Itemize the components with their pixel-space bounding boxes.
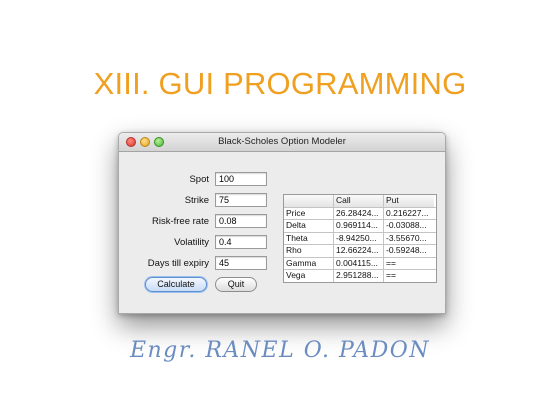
table-header-row: Call Put bbox=[284, 195, 436, 207]
spot-input[interactable] bbox=[215, 172, 267, 186]
strike-input[interactable] bbox=[215, 193, 267, 207]
spot-label: Spot bbox=[189, 174, 209, 185]
header-cell-call[interactable]: Call bbox=[334, 195, 384, 207]
call-cell: 0.004115... bbox=[334, 257, 384, 269]
volatility-input[interactable] bbox=[215, 235, 267, 249]
calculate-button[interactable]: Calculate bbox=[145, 277, 207, 292]
row-label: Delta bbox=[284, 220, 334, 232]
call-cell: 0.969114... bbox=[334, 220, 384, 232]
header-cell-put[interactable]: Put bbox=[384, 195, 434, 207]
put-cell: -3.55670... bbox=[386, 232, 427, 243]
put-cell: -0.03088... bbox=[386, 220, 427, 230]
strike-label: Strike bbox=[184, 195, 209, 206]
row-label: Rho bbox=[284, 245, 334, 257]
table-row[interactable]: Gamma 0.004115... == bbox=[284, 256, 436, 269]
row-label: Vega bbox=[284, 270, 334, 282]
put-cell: == bbox=[386, 270, 396, 280]
quit-button[interactable]: Quit bbox=[215, 277, 257, 292]
header-cell[interactable] bbox=[284, 195, 334, 207]
slide-title: XIII. GUI PROGRAMMING bbox=[93, 66, 467, 101]
put-cell: == bbox=[386, 257, 396, 268]
table-row[interactable]: Vega 2.951288... == bbox=[284, 269, 436, 282]
table-row[interactable]: Theta -8.94250... -3.55670... bbox=[284, 231, 436, 244]
days-till-expiry-input[interactable] bbox=[215, 256, 267, 270]
table-row[interactable]: Delta 0.969114... -0.03088... bbox=[284, 219, 436, 232]
row-label: Gamma bbox=[284, 257, 334, 269]
days-till-expiry-label: Days till expiry bbox=[147, 258, 209, 269]
author-name: Engr. RANEL O. PADON bbox=[129, 338, 431, 363]
call-cell: 26.28424... bbox=[334, 207, 384, 219]
app-window: Black-Scholes Option Modeler Spot Strike… bbox=[118, 132, 446, 314]
table-row[interactable]: Rho 12.66224... -0.59248... bbox=[284, 244, 436, 257]
call-cell: 12.66224... bbox=[334, 245, 384, 257]
call-cell: 2.951288... bbox=[334, 270, 384, 282]
window-title: Black-Scholes Option Modeler bbox=[218, 136, 346, 147]
row-label: Price bbox=[284, 207, 334, 219]
put-cell: 0.216227... bbox=[386, 207, 429, 218]
window-titlebar[interactable]: Black-Scholes Option Modeler bbox=[119, 133, 445, 152]
table-row[interactable]: Price 26.28424... 0.216227... bbox=[284, 206, 436, 219]
greeks-table: Call Put Price 26.28424... 0.216227... D… bbox=[283, 194, 437, 283]
call-cell: -8.94250... bbox=[334, 232, 384, 244]
risk-free-rate-label: Risk-free rate bbox=[151, 216, 209, 227]
put-cell: -0.59248... bbox=[386, 245, 427, 255]
row-label: Theta bbox=[284, 232, 334, 244]
volatility-label: Volatility bbox=[174, 237, 209, 248]
risk-free-rate-input[interactable] bbox=[215, 214, 267, 228]
